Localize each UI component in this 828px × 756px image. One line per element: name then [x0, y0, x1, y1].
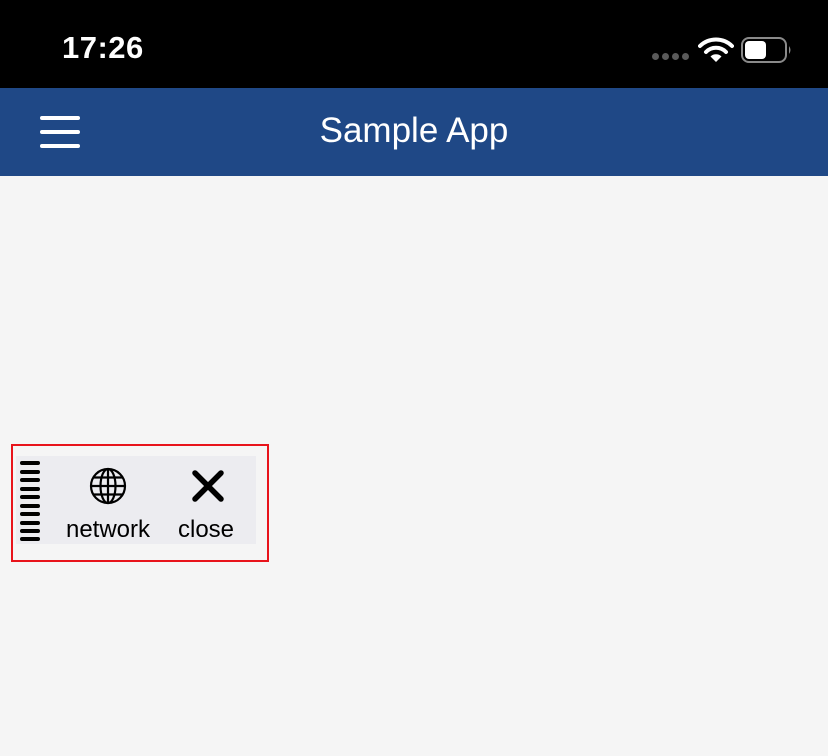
wifi-icon [698, 37, 734, 62]
network-button[interactable]: network [60, 466, 156, 544]
battery-icon [741, 37, 791, 63]
status-time: 17:26 [62, 30, 144, 65]
signal-icon [652, 53, 692, 61]
close-icon [192, 470, 224, 502]
page-title: Sample App [319, 111, 509, 150]
close-label: close [177, 516, 235, 543]
network-label: network [65, 516, 151, 543]
close-button[interactable]: close [168, 466, 244, 544]
globe-icon [89, 467, 127, 505]
drag-handle-icon[interactable] [20, 461, 40, 541]
